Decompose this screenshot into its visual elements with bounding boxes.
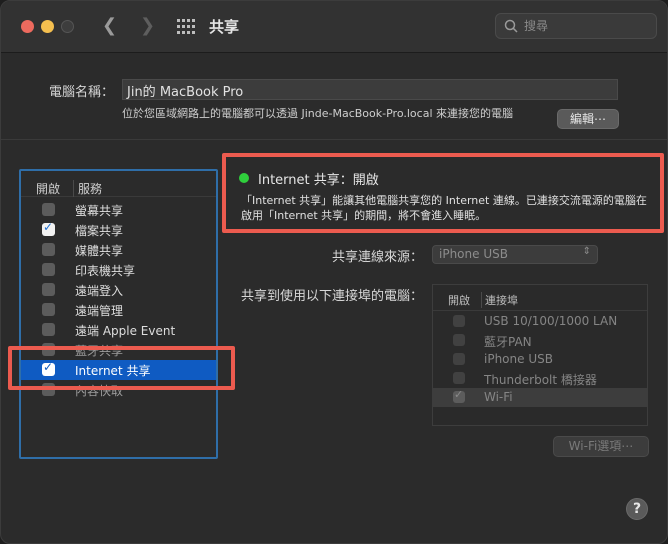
status-indicator-icon: [239, 173, 249, 183]
zoom-window-button[interactable]: [61, 20, 74, 33]
service-checkbox[interactable]: [42, 343, 55, 356]
service-row-file-sharing[interactable]: 檔案共享: [21, 220, 216, 240]
ports-list-header: 開啟 連接埠: [433, 285, 647, 311]
service-checkbox[interactable]: [42, 263, 55, 276]
service-row-media-sharing[interactable]: 媒體共享: [21, 240, 216, 260]
computer-name-label: 電腦名稱：: [49, 85, 115, 100]
port-checkbox[interactable]: [453, 334, 465, 346]
service-checkbox[interactable]: [42, 323, 55, 336]
show-all-grid-icon[interactable]: [177, 19, 195, 35]
service-label: 內容快取: [75, 384, 124, 398]
share-source-value: iPhone USB: [439, 247, 508, 261]
share-source-select[interactable]: iPhone USB ⇕: [432, 245, 598, 264]
service-checkbox[interactable]: [42, 203, 55, 216]
port-row-usb-lan[interactable]: USB 10/100/1000 LAN: [433, 312, 647, 331]
column-port-header[interactable]: 連接埠: [481, 292, 518, 308]
service-checkbox[interactable]: [42, 383, 55, 396]
service-label: Internet 共享: [75, 364, 151, 378]
service-checkbox[interactable]: [42, 220, 55, 236]
search-icon: [504, 19, 518, 33]
port-row-iphone-usb[interactable]: iPhone USB: [433, 350, 647, 369]
port-label: iPhone USB: [484, 352, 553, 366]
service-row-content-caching[interactable]: 內容快取: [21, 380, 216, 400]
chevron-right-icon[interactable]: ❯: [140, 15, 155, 36]
close-window-button[interactable]: [21, 20, 34, 33]
sharing-window: ❮ ❯ 共享 電腦名稱： Jin的 MacBook Pro 位於您區域網路上的電…: [0, 0, 668, 544]
ports-list: 開啟 連接埠 USB 10/100/1000 LAN 藍牙PAN iPhone …: [432, 284, 648, 426]
service-row-bluetooth-sharing[interactable]: 藍牙共享: [21, 340, 216, 360]
service-row-remote-management[interactable]: 遠端管理: [21, 300, 216, 320]
service-label: 檔案共享: [75, 224, 124, 238]
port-label: Wi-Fi: [484, 390, 513, 404]
column-service-header[interactable]: 服務: [73, 180, 102, 197]
service-row-remote-apple-event[interactable]: 遠端 Apple Event: [21, 320, 216, 340]
sharing-status: Internet 共享：開啟: [258, 173, 379, 188]
service-row-printer-sharing[interactable]: 印表機共享: [21, 260, 216, 280]
services-list-header: 開啟 服務: [21, 177, 216, 197]
computer-name-field[interactable]: Jin的 MacBook Pro: [122, 79, 618, 100]
port-checkbox[interactable]: [453, 315, 465, 327]
port-checkbox[interactable]: [453, 388, 465, 403]
column-on-header[interactable]: 開啟: [36, 180, 60, 197]
port-row-wifi[interactable]: Wi-Fi: [433, 388, 647, 407]
service-label: 遠端管理: [75, 304, 124, 318]
service-row-screen-sharing[interactable]: 螢幕共享: [21, 200, 216, 220]
column-on-header[interactable]: 開啟: [448, 292, 470, 308]
port-label: USB 10/100/1000 LAN: [484, 314, 618, 328]
port-checkbox[interactable]: [453, 372, 465, 384]
service-checkbox[interactable]: [42, 243, 55, 256]
ports-label: 共享到使用以下連接埠的電腦：: [241, 289, 424, 304]
window-title: 共享: [209, 18, 240, 36]
service-label: 螢幕共享: [75, 204, 124, 218]
port-row-thunderbolt-bridge[interactable]: Thunderbolt 橋接器: [433, 369, 647, 388]
port-row-bluetooth-pan[interactable]: 藍牙PAN: [433, 331, 647, 350]
service-row-internet-sharing[interactable]: Internet 共享: [21, 360, 216, 380]
service-label: 遠端 Apple Event: [75, 324, 176, 338]
service-label: 藍牙共享: [75, 344, 124, 358]
chevron-left-icon[interactable]: ❮: [102, 15, 117, 36]
services-list: 開啟 服務 螢幕共享 檔案共享 媒體共享 印表機共享 遠端登入 遠端管理: [19, 169, 218, 459]
computer-address-text: 位於您區域網路上的電腦都可以透過 Jinde-MacBook-Pro.local…: [122, 107, 513, 120]
titlebar: ❮ ❯ 共享: [1, 1, 667, 53]
port-label: Thunderbolt 橋接器: [484, 373, 597, 387]
port-checkbox[interactable]: [453, 353, 465, 365]
service-label: 遠端登入: [75, 284, 124, 298]
updown-chevron-icon: ⇕: [582, 246, 591, 257]
divider: [1, 139, 667, 140]
service-checkbox[interactable]: [42, 303, 55, 316]
service-row-remote-login[interactable]: 遠端登入: [21, 280, 216, 300]
minimize-window-button[interactable]: [41, 20, 54, 33]
share-source-label: 共享連線來源：: [332, 250, 424, 265]
port-label: 藍牙PAN: [484, 335, 532, 349]
edit-button[interactable]: 編輯⋯: [557, 109, 619, 129]
service-checkbox[interactable]: [42, 283, 55, 296]
service-checkbox[interactable]: [42, 360, 55, 376]
search-input[interactable]: [524, 16, 652, 36]
help-button[interactable]: ?: [626, 498, 648, 520]
wifi-options-button[interactable]: Wi-Fi選項⋯: [553, 436, 649, 457]
service-label: 媒體共享: [75, 244, 124, 258]
service-label: 印表機共享: [75, 264, 136, 278]
sharing-description: 「Internet 共享」能讓其他電腦共享您的 Internet 連線。已連接交…: [241, 194, 647, 222]
search-field[interactable]: [495, 13, 657, 39]
